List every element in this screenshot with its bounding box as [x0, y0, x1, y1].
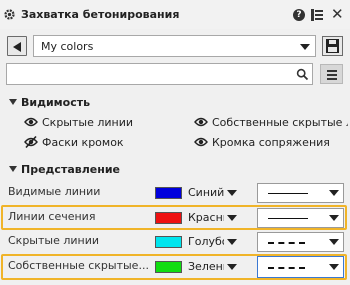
row-label-hidden-lines: Скрытые линии	[8, 234, 100, 247]
preset-value: My colors	[41, 40, 94, 53]
menu-icon-bar	[327, 74, 337, 76]
color-name: Зеленый	[188, 260, 224, 273]
chevron-down-icon	[227, 190, 237, 196]
save-button[interactable]	[322, 36, 343, 56]
search-input[interactable]	[6, 63, 313, 85]
line-style-sample	[268, 267, 305, 269]
back-button[interactable]	[7, 36, 27, 56]
visibility-item-edge-chamfers[interactable]: Фаски кромок	[24, 135, 174, 151]
line-style-select[interactable]	[257, 208, 344, 228]
arrow-left-icon	[13, 42, 21, 52]
preset-select[interactable]: My colors	[33, 35, 316, 57]
color-select[interactable]: Красный	[153, 208, 240, 228]
visibility-item-fillet-edge[interactable]: Кромка сопряжения	[194, 135, 344, 151]
line-style-sample	[268, 218, 308, 219]
menu-icon-bar	[327, 78, 337, 80]
chevron-down-icon	[329, 264, 339, 270]
chevron-down-icon	[227, 264, 237, 270]
line-style-select[interactable]	[257, 256, 344, 278]
chevron-down-icon	[329, 215, 339, 221]
visibility-item-label: Скрытые линии	[42, 116, 134, 129]
eye-icon	[24, 117, 38, 127]
color-select[interactable]: Синий	[153, 183, 240, 203]
search-icon[interactable]	[296, 68, 309, 81]
menu-button[interactable]	[320, 64, 343, 84]
chevron-down-icon	[300, 44, 310, 50]
visibility-item-label: Кромка сопряжения	[212, 136, 330, 149]
color-swatch	[155, 236, 182, 248]
section-visibility-header[interactable]: Видимость	[21, 96, 90, 109]
color-name: Красный	[188, 211, 224, 224]
collapse-caret-icon[interactable]	[9, 166, 17, 172]
section-representation-header[interactable]: Представление	[21, 163, 120, 176]
row-label-visible-lines: Видимые линии	[8, 185, 101, 198]
color-swatch	[155, 187, 182, 199]
title-bar: Захватка бетонирования ? ✕	[0, 0, 350, 29]
visibility-item-hidden-lines[interactable]: Скрытые линии	[24, 115, 174, 131]
eye-icon	[194, 117, 208, 127]
close-icon[interactable]: ✕	[331, 7, 344, 22]
color-select[interactable]: Голубой	[153, 232, 240, 252]
color-name: Синий	[188, 186, 224, 199]
chevron-down-icon	[227, 215, 237, 221]
color-swatch	[155, 212, 182, 224]
row-label-section-lines: Линии сечения	[8, 210, 96, 223]
color-swatch	[155, 261, 182, 273]
visibility-item-own-hidden-lines[interactable]: Собственные скрытые ли	[194, 115, 348, 131]
color-select[interactable]: Зеленый	[153, 257, 240, 277]
eye-icon	[194, 137, 208, 147]
help-icon[interactable]: ?	[293, 9, 305, 21]
line-style-sample	[268, 242, 305, 244]
row-label-own-hidden-lines: Собственные скрытые...	[8, 259, 149, 272]
line-style-sample	[268, 193, 308, 194]
visibility-item-label: Фаски кромок	[42, 136, 124, 149]
list-settings-icon[interactable]	[311, 9, 323, 21]
chevron-down-icon	[227, 239, 237, 245]
gear-icon	[4, 9, 15, 20]
collapse-caret-icon[interactable]	[9, 99, 17, 105]
eye-slash-icon	[24, 136, 38, 148]
line-style-select[interactable]	[257, 232, 344, 252]
visibility-item-label: Собственные скрытые ли	[212, 116, 348, 129]
line-style-select[interactable]	[257, 183, 344, 203]
window-title: Захватка бетонирования	[21, 8, 180, 21]
chevron-down-icon	[329, 190, 339, 196]
chevron-down-icon	[329, 239, 339, 245]
color-name: Голубой	[188, 235, 224, 248]
save-icon	[326, 39, 339, 53]
menu-icon	[327, 70, 337, 72]
